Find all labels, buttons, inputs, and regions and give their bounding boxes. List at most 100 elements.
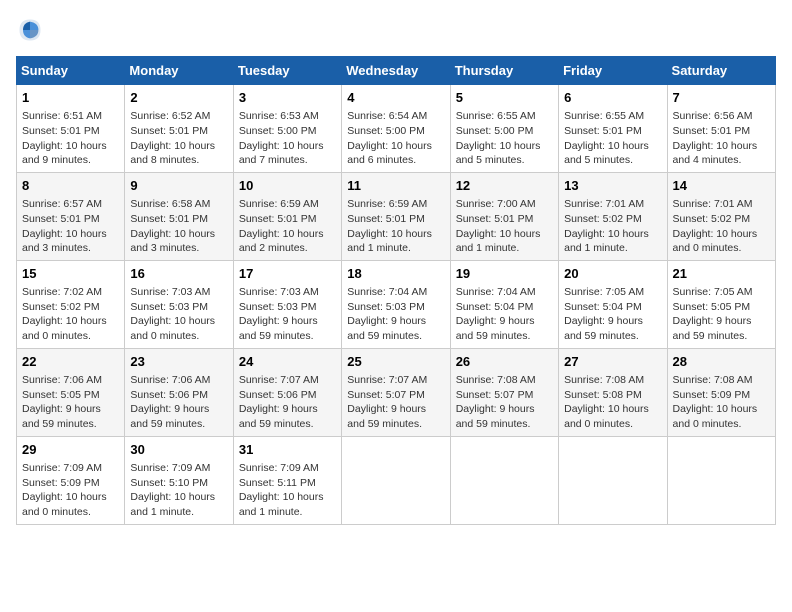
day-info: Sunrise: 7:07 AM Sunset: 5:06 PM Dayligh…	[239, 373, 336, 432]
calendar-day-27: 27 Sunrise: 7:08 AM Sunset: 5:08 PM Dayli…	[559, 348, 667, 436]
empty-cell	[342, 436, 450, 524]
day-number: 13	[564, 177, 661, 195]
day-info: Sunrise: 7:06 AM Sunset: 5:05 PM Dayligh…	[22, 373, 119, 432]
calendar-day-9: 9Sunrise: 6:58 AM Sunset: 5:01 PM Daylig…	[125, 172, 233, 260]
day-info: Sunrise: 6:59 AM Sunset: 5:01 PM Dayligh…	[347, 197, 444, 256]
page-header	[16, 16, 776, 44]
day-number: 17	[239, 265, 336, 283]
day-number: 8	[22, 177, 119, 195]
day-number: 18	[347, 265, 444, 283]
day-number: 19	[456, 265, 553, 283]
day-info: Sunrise: 7:04 AM Sunset: 5:04 PM Dayligh…	[456, 285, 553, 344]
day-info: Sunrise: 6:54 AM Sunset: 5:00 PM Dayligh…	[347, 109, 444, 168]
day-number: 7	[673, 89, 770, 107]
day-number: 10	[239, 177, 336, 195]
day-number: 31	[239, 441, 336, 459]
day-number: 26	[456, 353, 553, 371]
day-info: Sunrise: 6:51 AM Sunset: 5:01 PM Dayligh…	[22, 109, 119, 168]
calendar-day-5: 5 Sunrise: 6:55 AM Sunset: 5:00 PM Daylig…	[450, 85, 558, 173]
day-info: Sunrise: 7:05 AM Sunset: 5:04 PM Dayligh…	[564, 285, 661, 344]
day-info: Sunrise: 7:08 AM Sunset: 5:07 PM Dayligh…	[456, 373, 553, 432]
weekday-tuesday: Tuesday	[233, 57, 341, 85]
day-number: 27	[564, 353, 661, 371]
day-number: 23	[130, 353, 227, 371]
calendar-day-4: 4Sunrise: 6:54 AM Sunset: 5:00 PM Daylig…	[342, 85, 450, 173]
day-info: Sunrise: 7:01 AM Sunset: 5:02 PM Dayligh…	[673, 197, 770, 256]
calendar-body: 1 Sunrise: 6:51 AM Sunset: 5:01 PM Daylig…	[17, 85, 776, 525]
calendar-day-28: 28 Sunrise: 7:08 AM Sunset: 5:09 PM Dayli…	[667, 348, 775, 436]
calendar-day-23: 23 Sunrise: 7:06 AM Sunset: 5:06 PM Dayli…	[125, 348, 233, 436]
day-number: 2	[130, 89, 227, 107]
weekday-monday: Monday	[125, 57, 233, 85]
day-info: Sunrise: 7:09 AM Sunset: 5:09 PM Dayligh…	[22, 461, 119, 520]
day-info: Sunrise: 7:00 AM Sunset: 5:01 PM Dayligh…	[456, 197, 553, 256]
calendar-day-24: 24 Sunrise: 7:07 AM Sunset: 5:06 PM Dayli…	[233, 348, 341, 436]
day-info: Sunrise: 7:04 AM Sunset: 5:03 PM Dayligh…	[347, 285, 444, 344]
calendar-day-18: 18 Sunrise: 7:04 AM Sunset: 5:03 PM Dayli…	[342, 260, 450, 348]
day-info: Sunrise: 6:53 AM Sunset: 5:00 PM Dayligh…	[239, 109, 336, 168]
day-info: Sunrise: 7:09 AM Sunset: 5:11 PM Dayligh…	[239, 461, 336, 520]
calendar-day-30: 30Sunrise: 7:09 AM Sunset: 5:10 PM Dayli…	[125, 436, 233, 524]
day-info: Sunrise: 6:57 AM Sunset: 5:01 PM Dayligh…	[22, 197, 119, 256]
calendar-day-31: 31 Sunrise: 7:09 AM Sunset: 5:11 PM Dayli…	[233, 436, 341, 524]
calendar-day-20: 20 Sunrise: 7:05 AM Sunset: 5:04 PM Dayli…	[559, 260, 667, 348]
calendar-day-17: 17 Sunrise: 7:03 AM Sunset: 5:03 PM Dayli…	[233, 260, 341, 348]
calendar-day-16: 16 Sunrise: 7:03 AM Sunset: 5:03 PM Dayli…	[125, 260, 233, 348]
day-info: Sunrise: 7:08 AM Sunset: 5:08 PM Dayligh…	[564, 373, 661, 432]
calendar-week-2: 8 Sunrise: 6:57 AM Sunset: 5:01 PM Daylig…	[17, 172, 776, 260]
day-number: 12	[456, 177, 553, 195]
day-number: 21	[673, 265, 770, 283]
day-info: Sunrise: 7:01 AM Sunset: 5:02 PM Dayligh…	[564, 197, 661, 256]
weekday-sunday: Sunday	[17, 57, 125, 85]
calendar-day-3: 3 Sunrise: 6:53 AM Sunset: 5:00 PM Daylig…	[233, 85, 341, 173]
day-number: 14	[673, 177, 770, 195]
calendar-day-19: 19 Sunrise: 7:04 AM Sunset: 5:04 PM Dayli…	[450, 260, 558, 348]
weekday-wednesday: Wednesday	[342, 57, 450, 85]
day-info: Sunrise: 6:59 AM Sunset: 5:01 PM Dayligh…	[239, 197, 336, 256]
day-number: 15	[22, 265, 119, 283]
day-number: 29	[22, 441, 119, 459]
calendar-day-29: 29 Sunrise: 7:09 AM Sunset: 5:09 PM Dayli…	[17, 436, 125, 524]
day-info: Sunrise: 6:55 AM Sunset: 5:00 PM Dayligh…	[456, 109, 553, 168]
empty-cell	[559, 436, 667, 524]
calendar-week-5: 29 Sunrise: 7:09 AM Sunset: 5:09 PM Dayli…	[17, 436, 776, 524]
calendar-day-11: 11 Sunrise: 6:59 AM Sunset: 5:01 PM Dayli…	[342, 172, 450, 260]
calendar-week-4: 22 Sunrise: 7:06 AM Sunset: 5:05 PM Dayli…	[17, 348, 776, 436]
weekday-thursday: Thursday	[450, 57, 558, 85]
day-number: 3	[239, 89, 336, 107]
day-info: Sunrise: 7:05 AM Sunset: 5:05 PM Dayligh…	[673, 285, 770, 344]
day-info: Sunrise: 7:03 AM Sunset: 5:03 PM Dayligh…	[130, 285, 227, 344]
calendar-day-14: 14 Sunrise: 7:01 AM Sunset: 5:02 PM Dayli…	[667, 172, 775, 260]
day-info: Sunrise: 7:03 AM Sunset: 5:03 PM Dayligh…	[239, 285, 336, 344]
day-number: 9	[130, 177, 227, 195]
day-number: 30	[130, 441, 227, 459]
day-info: Sunrise: 7:08 AM Sunset: 5:09 PM Dayligh…	[673, 373, 770, 432]
day-info: Sunrise: 7:07 AM Sunset: 5:07 PM Dayligh…	[347, 373, 444, 432]
calendar-day-22: 22 Sunrise: 7:06 AM Sunset: 5:05 PM Dayli…	[17, 348, 125, 436]
day-number: 11	[347, 177, 444, 195]
calendar-day-21: 21 Sunrise: 7:05 AM Sunset: 5:05 PM Dayli…	[667, 260, 775, 348]
day-number: 20	[564, 265, 661, 283]
calendar-week-1: 1 Sunrise: 6:51 AM Sunset: 5:01 PM Daylig…	[17, 85, 776, 173]
calendar-day-6: 6 Sunrise: 6:55 AM Sunset: 5:01 PM Daylig…	[559, 85, 667, 173]
logo	[16, 16, 48, 44]
day-number: 22	[22, 353, 119, 371]
day-info: Sunrise: 7:06 AM Sunset: 5:06 PM Dayligh…	[130, 373, 227, 432]
weekday-saturday: Saturday	[667, 57, 775, 85]
day-info: Sunrise: 6:55 AM Sunset: 5:01 PM Dayligh…	[564, 109, 661, 168]
day-number: 1	[22, 89, 119, 107]
calendar-day-10: 10 Sunrise: 6:59 AM Sunset: 5:01 PM Dayli…	[233, 172, 341, 260]
calendar-day-25: 25Sunrise: 7:07 AM Sunset: 5:07 PM Dayli…	[342, 348, 450, 436]
day-number: 5	[456, 89, 553, 107]
day-number: 6	[564, 89, 661, 107]
day-number: 24	[239, 353, 336, 371]
weekday-header-row: SundayMondayTuesdayWednesdayThursdayFrid…	[17, 57, 776, 85]
logo-icon	[16, 16, 44, 44]
calendar-day-1: 1 Sunrise: 6:51 AM Sunset: 5:01 PM Daylig…	[17, 85, 125, 173]
empty-cell	[450, 436, 558, 524]
day-number: 28	[673, 353, 770, 371]
empty-cell	[667, 436, 775, 524]
calendar-day-15: 15Sunrise: 7:02 AM Sunset: 5:02 PM Dayli…	[17, 260, 125, 348]
calendar-day-8: 8 Sunrise: 6:57 AM Sunset: 5:01 PM Daylig…	[17, 172, 125, 260]
day-number: 16	[130, 265, 227, 283]
